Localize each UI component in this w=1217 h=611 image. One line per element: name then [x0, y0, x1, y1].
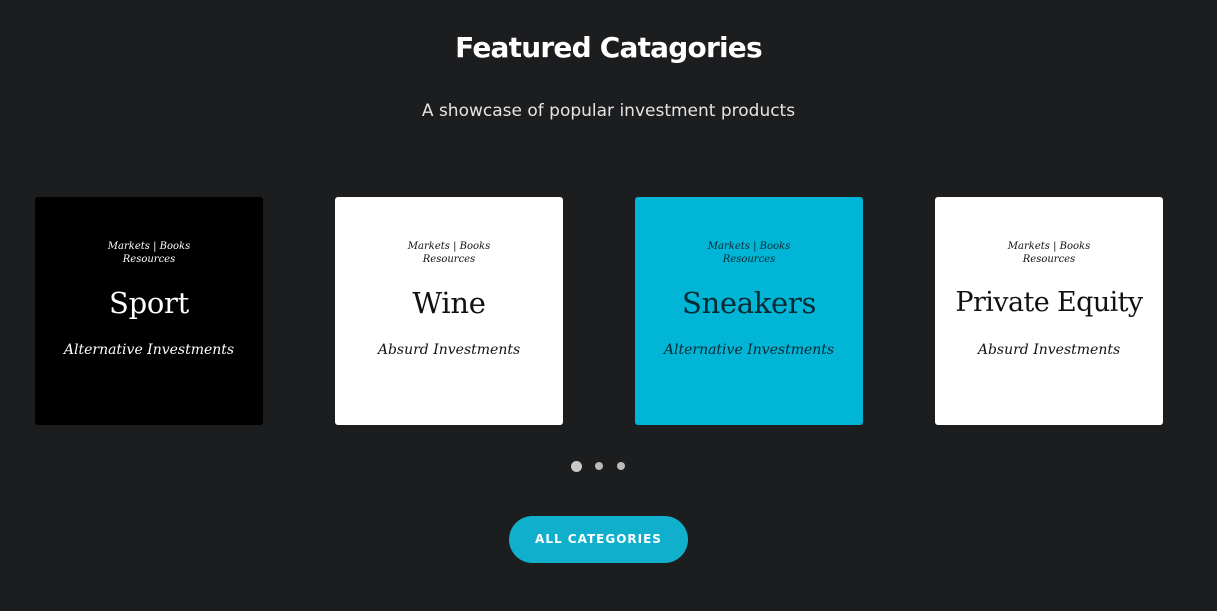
pagination-dot[interactable]	[595, 462, 603, 470]
card-meta: Markets | Books Resources	[935, 240, 1163, 266]
carousel-pagination	[571, 461, 631, 473]
pagination-dot[interactable]	[571, 461, 582, 472]
card-meta-line: Markets | Books	[107, 241, 191, 252]
card-meta-line: Resources	[722, 254, 776, 265]
card-meta-line: Resources	[122, 254, 176, 265]
card-meta: Markets | Books Resources	[335, 240, 563, 266]
card-meta-line: Resources	[1022, 254, 1076, 265]
card-title: Private Equity	[955, 287, 1143, 318]
all-categories-button[interactable]: ALL CATEGORIES	[509, 516, 688, 563]
section-title: Featured Catagories	[455, 31, 762, 64]
card-meta: Markets | Books Resources	[35, 240, 263, 266]
card-subtitle: Absurd Investments	[977, 342, 1121, 358]
card-title: Sneakers	[681, 286, 817, 320]
card-subtitle: Absurd Investments	[377, 342, 521, 358]
card-subtitle: Alternative Investments	[663, 342, 835, 358]
card-meta-line: Markets | Books	[707, 241, 791, 252]
card-meta-line: Markets | Books	[1007, 241, 1091, 252]
category-carousel: Markets | Books Resources Sport Alternat…	[35, 197, 1163, 425]
card-meta: Markets | Books Resources	[635, 240, 863, 266]
card-title: Wine	[412, 286, 486, 320]
category-card-private-equity[interactable]: Markets | Books Resources Private Equity…	[935, 197, 1163, 425]
card-title: Sport	[109, 286, 189, 320]
category-card-sneakers[interactable]: Markets | Books Resources Sneakers Alter…	[635, 197, 863, 425]
category-card-sport[interactable]: Markets | Books Resources Sport Alternat…	[35, 197, 263, 425]
card-meta-line: Markets | Books	[407, 241, 491, 252]
category-card-wine[interactable]: Markets | Books Resources Wine Absurd In…	[335, 197, 563, 425]
pagination-dot[interactable]	[617, 462, 625, 470]
section-subtitle: A showcase of popular investment product…	[421, 101, 796, 121]
card-meta-line: Resources	[422, 254, 476, 265]
card-subtitle: Alternative Investments	[63, 342, 235, 358]
